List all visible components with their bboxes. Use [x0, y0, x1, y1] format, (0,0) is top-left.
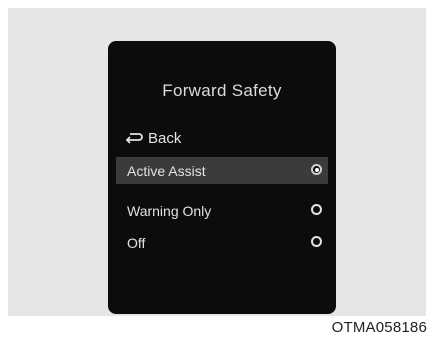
option-label: Off	[127, 234, 146, 251]
option-active-assist[interactable]: Active Assist	[116, 157, 328, 184]
option-label: Warning Only	[127, 202, 212, 219]
option-label: Active Assist	[127, 162, 206, 179]
cluster-display: Forward Safety Back Active Assist Warnin…	[108, 41, 336, 314]
page: Forward Safety Back Active Assist Warnin…	[0, 0, 439, 345]
option-warning-only[interactable]: Warning Only	[116, 197, 328, 224]
figure-code: OTMA058186	[331, 319, 427, 336]
radio-selected-icon[interactable]	[311, 164, 322, 175]
back-button[interactable]: Back	[124, 127, 181, 149]
radio-unselected-icon[interactable]	[311, 204, 322, 215]
back-label: Back	[148, 129, 182, 147]
menu-title: Forward Safety	[162, 81, 282, 100]
option-off[interactable]: Off	[116, 229, 328, 256]
back-arrow-icon	[124, 131, 144, 145]
radio-unselected-icon[interactable]	[311, 236, 322, 247]
